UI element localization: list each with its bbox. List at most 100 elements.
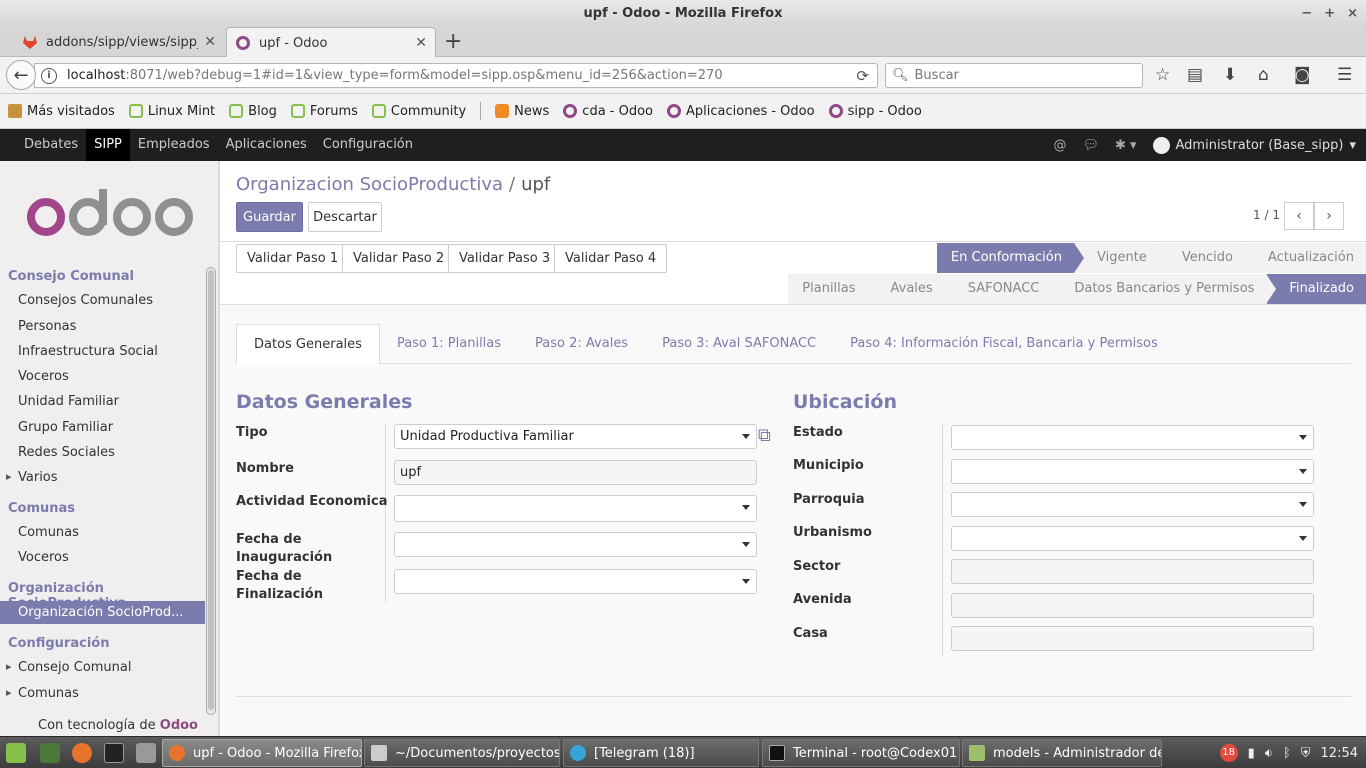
tipo-select[interactable]: Unidad Productiva Familiar: [394, 424, 757, 449]
status-en-conformacion[interactable]: En Conformación: [936, 243, 1085, 273]
bookmark-forums[interactable]: Forums: [290, 104, 358, 119]
tab-paso3-safonacc[interactable]: Paso 3: Aval SAFONACC: [645, 324, 833, 364]
bookmark-aplicaciones-odoo[interactable]: Aplicaciones - Odoo: [667, 104, 815, 119]
reading-list-icon[interactable]: ▤: [1187, 65, 1203, 85]
validate-step1-button[interactable]: Validar Paso 1: [236, 244, 350, 273]
fecha-finalizacion-field[interactable]: [394, 569, 757, 594]
parroquia-select[interactable]: [951, 492, 1314, 517]
casa-field[interactable]: [951, 626, 1314, 651]
url-bar[interactable]: i localhost:8071/web?debug=1#id=1&view_t…: [34, 63, 878, 88]
status-safonacc[interactable]: SAFONACC: [944, 274, 1061, 304]
sidebar-item-config-comunas[interactable]: Comunas: [6, 686, 79, 701]
sidebar-item-personas[interactable]: Personas: [18, 319, 76, 334]
browser-tab-gitlab[interactable]: addons/sipp/views/sipp_bas ✕: [14, 27, 224, 57]
show-desktop-icon[interactable]: [40, 743, 60, 763]
files-launcher-icon[interactable]: [136, 743, 156, 763]
status-planillas[interactable]: Planillas: [788, 274, 878, 304]
status-actualizacion[interactable]: Actualización: [1244, 243, 1366, 273]
bookmark-linux-mint[interactable]: Linux Mint: [128, 104, 215, 119]
validate-step4-button[interactable]: Validar Paso 4: [554, 244, 668, 273]
sidebar-item-grupo-familiar[interactable]: Grupo Familiar: [18, 420, 113, 435]
sidebar-item-unidad-familiar[interactable]: Unidad Familiar: [18, 394, 119, 409]
at-icon[interactable]: @: [1053, 138, 1066, 153]
debug-bug-icon[interactable]: ✱ ▾: [1115, 138, 1137, 153]
pager-previous-button[interactable]: ‹: [1284, 202, 1314, 230]
municipio-select[interactable]: [951, 459, 1314, 484]
status-vigente[interactable]: Vigente: [1074, 243, 1169, 273]
close-tab-icon[interactable]: ✕: [415, 35, 427, 51]
task-text-editor[interactable]: ~/Documentos/proyectos/m...: [364, 739, 560, 767]
menu-hamburger-icon[interactable]: ☰: [1337, 65, 1352, 85]
bookmark-news[interactable]: News: [495, 104, 549, 119]
discard-button[interactable]: Descartar: [308, 202, 382, 232]
sidebar-item-voceros[interactable]: Voceros: [18, 369, 69, 384]
status-vencido[interactable]: Vencido: [1158, 243, 1256, 273]
menu-configuracion[interactable]: Configuración: [315, 129, 421, 161]
notification-badge[interactable]: 18: [1219, 744, 1238, 762]
bluetooth-icon[interactable]: ᛒ: [1283, 746, 1291, 761]
status-finalizado[interactable]: Finalizado: [1266, 274, 1366, 304]
status-datos-bancarios[interactable]: Datos Bancarios y Permisos: [1051, 274, 1277, 304]
volume-icon[interactable]: 🔉︎: [1265, 746, 1273, 761]
browser-tab-odoo[interactable]: upf - Odoo ✕: [226, 27, 436, 58]
download-icon[interactable]: ⬇: [1223, 65, 1237, 85]
avenida-field[interactable]: [951, 593, 1314, 618]
tab-paso2-avales[interactable]: Paso 2: Avales: [518, 324, 645, 364]
firefox-launcher-icon[interactable]: [72, 743, 92, 763]
sidebar-item-consejos-comunales[interactable]: Consejos Comunales: [18, 293, 153, 308]
back-button[interactable]: ←: [6, 60, 36, 90]
close-window-button[interactable]: ×: [1347, 0, 1358, 27]
urbanismo-select[interactable]: [951, 526, 1314, 551]
site-info-icon[interactable]: i: [41, 67, 57, 84]
task-telegram[interactable]: [Telegram (18)]: [563, 739, 759, 767]
reload-icon[interactable]: ⟳: [856, 67, 869, 85]
bookmark-cda-odoo[interactable]: cda - Odoo: [563, 104, 653, 119]
task-terminal[interactable]: Terminal - root@Codex01 /h...: [762, 739, 960, 767]
bookmark-mas-visitados[interactable]: Más visitados: [8, 104, 115, 119]
task-file-manager[interactable]: models - Administrador de a...: [962, 739, 1162, 767]
task-firefox[interactable]: upf - Odoo - Mozilla Firefox: [162, 739, 362, 767]
clock[interactable]: 12:54: [1321, 746, 1358, 761]
bookmark-sipp-odoo[interactable]: sipp - Odoo: [828, 104, 922, 119]
powered-by-link[interactable]: Odoo: [160, 718, 198, 733]
bookmark-blog[interactable]: Blog: [229, 104, 277, 119]
menu-aplicaciones[interactable]: Aplicaciones: [218, 129, 315, 161]
new-tab-button[interactable]: +: [444, 29, 462, 54]
external-link-icon[interactable]: ⧉: [758, 426, 778, 446]
user-menu[interactable]: Administrator (Base_sipp) ▾: [1152, 136, 1356, 154]
tab-paso4-fiscal[interactable]: Paso 4: Información Fiscal, Bancaria y P…: [833, 324, 1175, 364]
sidebar-item-config-consejo-comunal[interactable]: Consejo Comunal: [6, 660, 131, 675]
minimize-button[interactable]: −: [1301, 0, 1312, 27]
menu-sipp[interactable]: SIPP: [86, 129, 130, 161]
sector-field[interactable]: [951, 559, 1314, 584]
validate-step3-button[interactable]: Validar Paso 3: [448, 244, 562, 273]
bookmark-community[interactable]: Community: [371, 104, 466, 119]
fecha-inauguracion-field[interactable]: [394, 532, 757, 557]
nombre-field[interactable]: upf: [394, 460, 757, 485]
home-icon[interactable]: ⌂: [1258, 65, 1269, 85]
scrollbar-thumb[interactable]: [208, 270, 214, 710]
save-button[interactable]: Guardar: [236, 202, 303, 232]
sidebar-item-infraestructura-social[interactable]: Infraestructura Social: [18, 344, 158, 359]
tab-datos-generales[interactable]: Datos Generales: [236, 324, 380, 365]
pager-next-button[interactable]: ›: [1314, 202, 1344, 230]
tab-paso1-planillas[interactable]: Paso 1: Planillas: [380, 324, 518, 364]
pocket-icon[interactable]: ◙: [1294, 65, 1311, 85]
terminal-launcher-icon[interactable]: [104, 743, 124, 763]
sidebar-item-varios[interactable]: Varios: [6, 470, 57, 485]
search-input[interactable]: 🔍︎ Buscar: [885, 63, 1143, 88]
validate-step2-button[interactable]: Validar Paso 2: [342, 244, 456, 273]
maximize-button[interactable]: +: [1324, 0, 1335, 27]
close-tab-icon[interactable]: ✕: [204, 34, 216, 50]
chat-icon[interactable]: 💬︎: [1082, 138, 1099, 153]
status-avales[interactable]: Avales: [867, 274, 955, 304]
actividad-select[interactable]: [394, 495, 757, 522]
sidebar-item-voceros-comunas[interactable]: Voceros: [18, 550, 69, 565]
sidebar-item-osp[interactable]: Organización SocioProd...: [0, 601, 205, 624]
sidebar-scrollbar[interactable]: [206, 267, 216, 715]
sidebar-item-comunas[interactable]: Comunas: [18, 525, 79, 540]
bookmark-star-icon[interactable]: ☆: [1155, 65, 1170, 85]
estado-select[interactable]: [951, 425, 1314, 450]
network-signal-icon[interactable]: ▮: [1248, 746, 1255, 761]
breadcrumb-parent[interactable]: Organizacion SocioProductiva: [236, 174, 503, 195]
